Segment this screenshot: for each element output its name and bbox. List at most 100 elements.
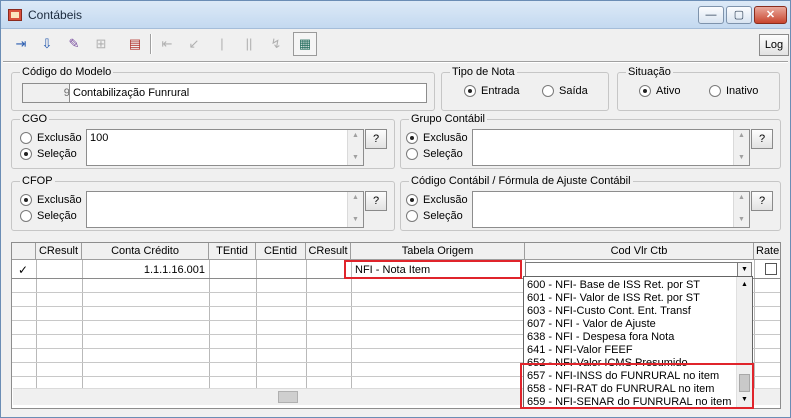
radio-dot xyxy=(20,194,32,206)
codigo-contabil-lookup-button[interactable]: ? xyxy=(751,191,773,211)
print-icon[interactable]: ▤ xyxy=(123,32,147,56)
scroll-up-icon[interactable]: ▲ xyxy=(348,130,363,142)
codigo-contabil-group: Código Contábil / Fórmula de Ajuste Cont… xyxy=(400,175,781,231)
modelo-name-field[interactable]: Contabilização Funrural xyxy=(69,83,427,103)
grid-header-cresult-2[interactable]: CResult xyxy=(306,243,351,260)
cgo-radio-exclusao[interactable]: Exclusão xyxy=(20,132,82,144)
toolbar-divider xyxy=(3,61,788,63)
next-icon[interactable]: || xyxy=(237,32,261,56)
codigo-radio-exclusao[interactable]: Exclusão xyxy=(406,194,468,206)
cfop-radio-selecao[interactable]: Seleção xyxy=(20,210,77,222)
radio-entrada[interactable]: Entrada xyxy=(464,85,520,97)
scroll-down-icon[interactable]: ▼ xyxy=(734,214,749,226)
radio-inativo[interactable]: Inativo xyxy=(709,85,758,97)
pause-icon[interactable]: | xyxy=(210,32,234,56)
codigo-radio-selecao[interactable]: Seleção xyxy=(406,210,463,222)
grid-col-line xyxy=(82,260,83,388)
modelo-group: Código do Modelo 99 Contabilização Funru… xyxy=(11,66,435,111)
codigo-contabil-memo[interactable]: ▲ ▼ xyxy=(472,191,750,228)
grupo-radio-exclusao[interactable]: Exclusão xyxy=(406,132,468,144)
grupo-contabil-group: Grupo Contábil Exclusão Seleção ▲ ▼ ? xyxy=(400,113,781,169)
grid-header-cresult[interactable]: CResult xyxy=(36,243,82,260)
radio-dot xyxy=(20,210,32,222)
grid-col-line xyxy=(754,260,755,388)
codigo-contabil-scrollbar[interactable]: ▲ ▼ xyxy=(733,192,749,227)
radio-label: Seleção xyxy=(37,148,77,160)
cod-vlr-ctb-select[interactable]: ▼ xyxy=(525,262,752,277)
grid-col-line xyxy=(209,260,210,388)
cgo-lookup-button[interactable]: ? xyxy=(365,129,387,149)
situacao-legend: Situação xyxy=(626,66,673,79)
radio-saida[interactable]: Saída xyxy=(542,85,588,97)
radio-label: Exclusão xyxy=(423,132,468,144)
first-icon[interactable]: ⇤ xyxy=(155,32,179,56)
grid-header-cod-vlr-ctb[interactable]: Cod Vlr Ctb xyxy=(525,243,754,260)
radio-ativo[interactable]: Ativo xyxy=(639,85,680,97)
close-button[interactable]: ✕ xyxy=(754,6,787,24)
radio-label: Entrada xyxy=(481,85,520,97)
prev-icon[interactable]: ↙ xyxy=(182,32,206,56)
cfop-scrollbar[interactable]: ▲ ▼ xyxy=(347,192,363,227)
dropdown-item[interactable]: 601 - NFI- Valor de ISS Ret. por ST xyxy=(527,292,700,304)
tree-icon[interactable]: ⊞ xyxy=(89,32,113,56)
scroll-up-icon[interactable]: ▲ xyxy=(737,279,752,291)
app-icon xyxy=(8,9,22,21)
scroll-thumb[interactable] xyxy=(278,391,298,403)
grid-header-indicator xyxy=(12,243,36,260)
grid-header-rate[interactable]: Rate xyxy=(754,243,780,260)
radio-label: Seleção xyxy=(37,210,77,222)
radio-dot xyxy=(20,132,32,144)
radio-dot xyxy=(406,210,418,222)
scroll-up-icon[interactable]: ▲ xyxy=(348,192,363,204)
save-icon[interactable]: ⇩ xyxy=(35,32,59,56)
cgo-legend: CGO xyxy=(20,113,50,126)
grupo-contabil-legend: Grupo Contábil xyxy=(409,113,487,126)
scroll-up-icon[interactable]: ▲ xyxy=(734,130,749,142)
grid-icon[interactable]: ▦ xyxy=(293,32,317,56)
cgo-memo[interactable]: 100 ▲ ▼ xyxy=(86,129,364,166)
exit-icon[interactable]: ⇥ xyxy=(9,32,33,56)
cfop-memo[interactable]: ▲ ▼ xyxy=(86,191,364,228)
cgo-radio-selecao[interactable]: Seleção xyxy=(20,148,77,160)
dropdown-item[interactable]: 641 - NFI-Valor FEEF xyxy=(527,344,633,356)
title-bar: Contábeis — ▢ ✕ xyxy=(1,1,790,29)
radio-dot xyxy=(709,85,721,97)
radio-label: Exclusão xyxy=(37,194,82,206)
chevron-down-icon[interactable]: ▼ xyxy=(737,263,751,276)
cfop-radio-exclusao[interactable]: Exclusão xyxy=(20,194,82,206)
rate-checkbox[interactable] xyxy=(765,263,777,275)
scroll-down-icon[interactable]: ▼ xyxy=(734,152,749,164)
eraser-icon[interactable]: ✎ xyxy=(62,32,86,56)
cgo-scrollbar[interactable]: ▲ ▼ xyxy=(347,130,363,165)
dropdown-item[interactable]: 607 - NFI - Valor de Ajuste xyxy=(527,318,656,330)
scroll-down-icon[interactable]: ▼ xyxy=(348,214,363,226)
dropdown-item[interactable]: 638 - NFI - Despesa fora Nota xyxy=(527,331,674,343)
grupo-radio-selecao[interactable]: Seleção xyxy=(406,148,463,160)
scroll-down-icon[interactable]: ▼ xyxy=(348,152,363,164)
grupo-contabil-scrollbar[interactable]: ▲ ▼ xyxy=(733,130,749,165)
grid-header-tentid[interactable]: TEntid xyxy=(209,243,256,260)
radio-label: Ativo xyxy=(656,85,681,97)
grid-header-tabela-origem[interactable]: Tabela Origem xyxy=(351,243,525,260)
cell-conta-credito[interactable]: 1.1.1.16.001 xyxy=(82,263,205,277)
grupo-contabil-memo[interactable]: ▲ ▼ xyxy=(472,129,750,166)
codigo-contabil-legend: Código Contábil / Fórmula de Ajuste Cont… xyxy=(409,175,633,188)
dropdown-item[interactable]: 600 - NFI- Base de ISS Ret. por ST xyxy=(527,279,700,291)
dropdown-item[interactable]: 603 - NFI-Custo Cont. Ent. Transf xyxy=(527,305,691,317)
grupo-contabil-lookup-button[interactable]: ? xyxy=(751,129,773,149)
scroll-up-icon[interactable]: ▲ xyxy=(734,192,749,204)
minimize-button[interactable]: — xyxy=(698,6,724,24)
maximize-button[interactable]: ▢ xyxy=(726,6,752,24)
grid-col-line xyxy=(256,260,257,388)
radio-label: Saída xyxy=(559,85,588,97)
grid-header-conta-credito[interactable]: Conta Crédito xyxy=(82,243,209,260)
radio-label: Inativo xyxy=(726,85,759,97)
radio-dot xyxy=(542,85,554,97)
cfop-lookup-button[interactable]: ? xyxy=(365,191,387,211)
last-icon[interactable]: ↯ xyxy=(264,32,288,56)
radio-dot xyxy=(639,85,651,97)
grid-header-centid[interactable]: CEntid xyxy=(256,243,306,260)
log-button[interactable]: Log xyxy=(759,34,789,56)
row-indicator-icon: ✓ xyxy=(18,263,29,277)
modelo-legend: Código do Modelo xyxy=(20,66,114,79)
